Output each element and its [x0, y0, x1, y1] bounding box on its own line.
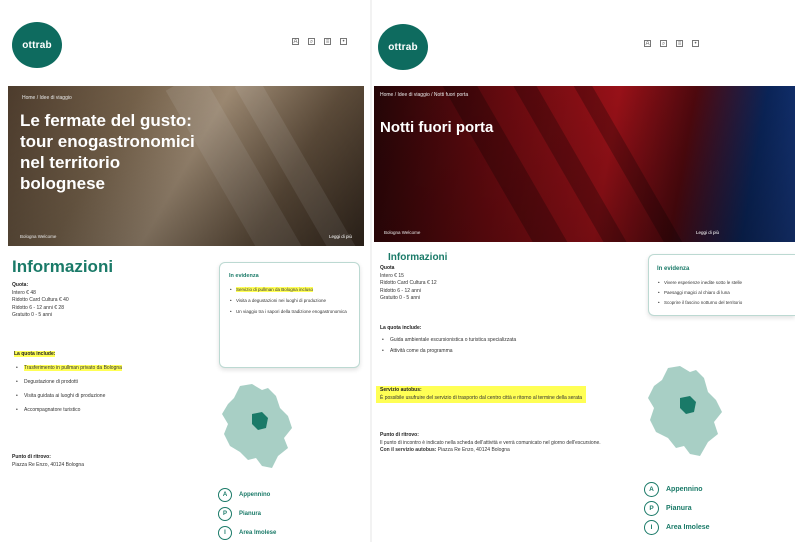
list-item: Degustazione di prodotti — [14, 378, 214, 386]
site-logo[interactable]: ottrab — [12, 22, 62, 68]
highlight-item: Servizio di pullman da Bologna incluso — [229, 287, 353, 293]
page-title: Le fermate del gusto: tour enogastronomi… — [20, 111, 195, 193]
right-page: ottrab A ⌕ ≡ • Home / Idee di viaggio / … — [372, 0, 795, 542]
area-label: Area Imolese — [239, 530, 277, 536]
area-item-appennino[interactable]: A Appennino — [218, 488, 276, 502]
price-line: Gratuito 0 - 5 anni — [12, 312, 53, 318]
bus-service-block: Servizio autobus: È possibile usufruire … — [376, 386, 616, 403]
highlight-item: Visita a degustazioni nei luoghi di prod… — [229, 298, 353, 304]
list-item: Visita guidata ai luoghi di produzione — [14, 392, 214, 400]
meeting-heading: Punto di ritrovo: — [12, 454, 51, 460]
translate-icon[interactable]: A — [644, 40, 651, 47]
price-heading: Quota: — [12, 282, 29, 288]
section-title: Informazioni — [12, 257, 114, 276]
price-line: Intero € 48 — [12, 289, 36, 296]
area-badge: A — [644, 482, 659, 497]
hero-link[interactable]: Leggi di più — [329, 234, 352, 239]
area-item-imolese[interactable]: I Area Imolese — [218, 526, 276, 540]
includes-block: La quota include: Trasferimento in pullm… — [14, 350, 214, 414]
price-line: Ridotto Card Cultura € 40 — [12, 297, 69, 303]
photo-credit: Bologna Welcome — [384, 230, 421, 235]
area-label: Pianura — [239, 511, 262, 517]
includes-block: La quota include: Guida ambientale escur… — [380, 325, 620, 356]
hero-overlay — [374, 86, 795, 242]
price-line: Ridotto Card Cultura € 12 — [380, 280, 437, 286]
highlight-item: Vivere esperienze inedite sotto le stell… — [657, 280, 793, 286]
hero-banner: Home / Idee di viaggio / Notti fuori por… — [374, 86, 795, 242]
search-icon[interactable]: ⌕ — [308, 38, 315, 45]
area-label: Area Imolese — [666, 524, 710, 531]
area-badge: P — [218, 507, 232, 521]
breadcrumb[interactable]: Home / Idee di viaggio / Notti fuori por… — [380, 92, 530, 99]
highlights-card: In evidenza Servizio di pullman da Bolog… — [219, 262, 360, 368]
list-item: Accompagnatore turistico — [14, 406, 214, 414]
menu-icon[interactable]: ≡ — [676, 40, 683, 47]
meeting-address: Piazza Re Enzo, 40124 Bologna — [12, 461, 84, 468]
price-line: Ridotto 6 - 12 anni — [380, 287, 421, 294]
user-icon[interactable]: • — [340, 38, 347, 45]
user-icon[interactable]: • — [692, 40, 699, 47]
includes-heading: La quota include: — [380, 325, 422, 331]
bus-meeting-label: Con il servizio autobus: — [380, 447, 437, 453]
site-logo[interactable]: ottrab — [378, 24, 428, 70]
price-heading: Quota — [380, 265, 395, 271]
left-page: ottrab A ⌕ ≡ • Home / Idee di viaggio Le… — [0, 0, 370, 542]
header-icons: A ⌕ ≡ • — [292, 38, 347, 45]
price-line: Gratuito 0 - 5 anni — [380, 295, 421, 301]
area-badge: P — [644, 501, 659, 516]
site-header: ottrab A ⌕ ≡ • — [372, 0, 795, 82]
includes-heading: La quota include: — [14, 351, 56, 357]
meeting-text: Il punto di incontro è indicato nella sc… — [380, 439, 601, 446]
translate-icon[interactable]: A — [292, 38, 299, 45]
header-icons: A ⌕ ≡ • — [644, 40, 699, 47]
territory-map[interactable] — [644, 364, 724, 460]
meeting-heading: Punto di ritrovo: — [380, 432, 419, 438]
meeting-point-block: Punto di ritrovo: Piazza Re Enzo, 40124 … — [12, 454, 212, 469]
bus-meeting-address: Piazza Re Enzo, 40124 Bologna — [437, 447, 510, 453]
area-item-pianura[interactable]: P Pianura — [644, 501, 710, 516]
area-badge: I — [218, 526, 232, 540]
territory-map[interactable] — [218, 382, 294, 472]
area-list: A Appennino P Pianura I Area Imolese — [218, 488, 276, 542]
area-list: A Appennino P Pianura I Area Imolese — [644, 482, 710, 539]
list-item: Attività come da programma — [380, 348, 620, 356]
area-item-pianura[interactable]: P Pianura — [218, 507, 276, 521]
breadcrumb[interactable]: Home / Idee di viaggio — [22, 95, 72, 101]
area-badge: I — [644, 520, 659, 535]
page-title: Notti fuori porta — [380, 119, 494, 136]
section-title: Informazioni — [388, 252, 448, 263]
highlight-item: Un viaggio tra i sapori della tradizione… — [229, 309, 353, 315]
search-icon[interactable]: ⌕ — [660, 40, 667, 47]
list-item: Trasferimento in pullman privato da Bolo… — [14, 364, 214, 372]
menu-icon[interactable]: ≡ — [324, 38, 331, 45]
area-label: Pianura — [666, 505, 692, 512]
price-block: Quota: Intero € 48 Ridotto Card Cultura … — [12, 282, 212, 320]
hero-link[interactable]: Leggi di più — [696, 230, 719, 235]
bus-service-text: È possibile usufruire del servizio di tr… — [380, 394, 583, 401]
meeting-point-block: Punto di ritrovo: Il punto di incontro è… — [380, 432, 630, 455]
area-item-appennino[interactable]: A Appennino — [644, 482, 710, 497]
area-badge: A — [218, 488, 232, 502]
price-block: Quota Intero € 15 Ridotto Card Cultura €… — [380, 265, 580, 303]
hero-banner: Home / Idee di viaggio Le fermate del gu… — [8, 86, 364, 246]
bus-service-heading: Servizio autobus: — [380, 387, 422, 393]
area-label: Appennino — [666, 486, 703, 493]
price-line: Ridotto 6 - 12 anni € 28 — [12, 304, 64, 311]
highlight-item: Scoprire il fascino notturno del territo… — [657, 300, 793, 306]
highlights-card: In evidenza Vivere esperienze inedite so… — [648, 254, 795, 316]
price-line: Intero € 15 — [380, 272, 404, 279]
site-header: ottrab A ⌕ ≡ • — [0, 0, 370, 82]
area-item-imolese[interactable]: I Area Imolese — [644, 520, 710, 535]
list-item: Guida ambientale escursionistica o turis… — [380, 337, 620, 345]
photo-credit: Bologna Welcome — [20, 234, 57, 239]
highlight-item: Paesaggi magici al chiaro di luna — [657, 290, 793, 296]
highlights-title: In evidenza — [229, 273, 259, 279]
area-label: Appennino — [239, 492, 271, 498]
highlights-title: In evidenza — [657, 266, 690, 272]
